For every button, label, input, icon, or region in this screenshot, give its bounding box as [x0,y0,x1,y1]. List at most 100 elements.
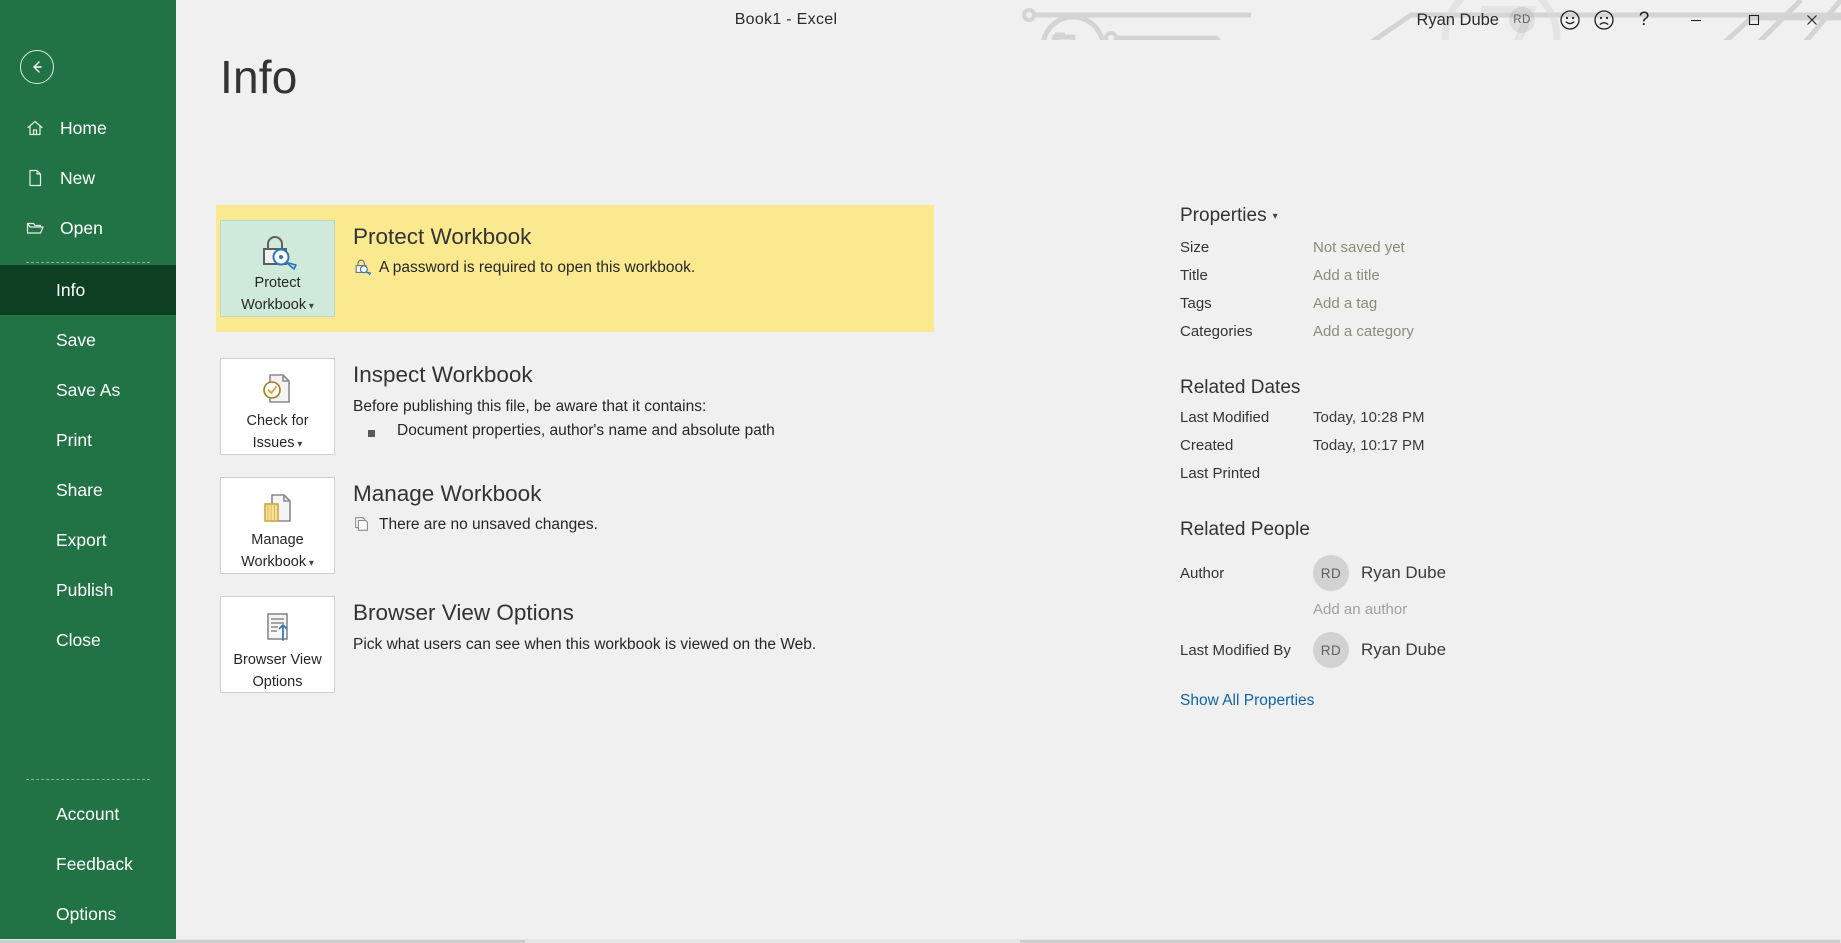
window-controls: Ryan Dube RD ? [1416,0,1841,40]
property-value[interactable]: Add a category [1313,323,1414,340]
lock-key-icon [257,232,299,271]
sidebar-item-label: Export [56,529,107,550]
property-label: Size [1180,239,1210,256]
avatar: RD [1313,555,1349,591]
property-value[interactable]: Add a title [1313,267,1380,284]
close-button[interactable] [1783,0,1841,40]
smiley-face-icon[interactable] [1553,0,1587,40]
card-status-text: There are no unsaved changes. [379,516,598,533]
properties-header-label: Properties [1180,205,1267,226]
date-label: Last Printed [1180,465,1261,482]
people-row-add-author: Add an author [1180,595,1740,628]
protect-workbook-button[interactable]: Protect Workbook ▾ [220,220,335,317]
manage-workbook-label-line1: Manage [251,532,304,548]
related-dates-header: Related Dates [1180,377,1301,398]
card-manage-workbook: Manage Workbook ▾ Manage Workbook There … [220,477,940,574]
sidebar-item-publish[interactable]: Publish [0,565,176,615]
sidebar-divider-bottom [26,779,150,780]
card-protect-workbook: Protect Workbook ▾ Protect Workbook A pa… [216,205,934,332]
property-value[interactable]: Not saved yet [1313,239,1405,256]
frowny-face-icon[interactable] [1587,0,1621,40]
minimize-icon [1691,19,1701,22]
help-button[interactable]: ? [1621,0,1667,40]
sidebar-item-export[interactable]: Export [0,515,176,565]
sidebar-item-label: Print [56,429,92,450]
card-heading: Manage Workbook [353,481,542,506]
backstage-sidebar: Home New Open Info Save Save As Print Sh… [0,0,176,943]
account-name: Ryan Dube [1416,10,1499,29]
minimize-button[interactable] [1667,0,1725,40]
lock-key-small-icon [353,257,379,276]
avatar: RD [1313,632,1349,668]
sidebar-top-group: Home New Open [0,103,176,272]
info-cards-column: Protect Workbook ▾ Protect Workbook A pa… [216,205,940,701]
backstage-content: Info Protect Workbook ▾ Protect Workbook… [176,40,1841,943]
date-row-last-printed: Last Printed [1180,465,1740,493]
sidebar-item-home[interactable]: Home [0,103,176,153]
sidebar-item-label: Publish [56,579,114,600]
back-button[interactable] [20,50,54,84]
card-inspect-workbook: Check for Issues ▾ Inspect Workbook Befo… [220,358,940,455]
protect-workbook-body: Protect Workbook A password is required … [335,220,695,317]
card-browser-view-options: Browser View Options Browser View Option… [220,596,940,693]
properties-header[interactable]: Properties ▾ [1180,205,1278,227]
sidebar-item-new[interactable]: New [0,153,176,203]
sidebar-item-feedback[interactable]: Feedback [0,839,176,889]
page-title: Info [220,51,298,103]
sidebar-item-close[interactable]: Close [0,615,176,665]
sidebar-item-open[interactable]: Open [0,203,176,253]
check-for-issues-label-line2: Issues ▾ [252,435,303,451]
bullet-text: Document properties, author's name and a… [397,422,775,439]
last-modified-by-name: Ryan Dube [1361,640,1447,659]
bottom-edge [0,939,1841,943]
date-row-last-modified: Last Modified Today, 10:28 PM [1180,409,1740,437]
last-modified-by-entry[interactable]: RD Ryan Dube [1313,628,1446,672]
author-name: Ryan Dube [1361,563,1447,582]
property-row-categories: Categories Add a category [1180,323,1740,351]
property-value[interactable]: Add a tag [1313,295,1377,312]
open-folder-icon [24,217,46,239]
browser-view-options-label-line2: Options [252,674,303,690]
card-status-text: Pick what users can see when this workbo… [353,636,817,653]
new-document-icon [24,167,46,189]
protect-workbook-button-label-line1: Protect [254,275,301,291]
chevron-down-icon: ▾ [306,301,314,312]
check-for-issues-button[interactable]: Check for Issues ▾ [220,358,335,455]
sidebar-item-print[interactable]: Print [0,415,176,465]
add-author-field[interactable]: Add an author [1313,601,1407,618]
sidebar-item-account[interactable]: Account [0,789,176,839]
browser-view-options-button[interactable]: Browser View Options [220,596,335,693]
property-label: Categories [1180,323,1253,340]
manage-workbook-label-line2: Workbook ▾ [241,554,314,570]
sidebar-item-save[interactable]: Save [0,315,176,365]
card-status-text: Before publishing this file, be aware th… [353,398,707,415]
manage-workbook-button[interactable]: Manage Workbook ▾ [220,477,335,574]
document-versions-icon [259,489,297,528]
account-avatar[interactable]: RD [1509,7,1535,33]
properties-panel: Properties ▾ Size Not saved yet Title Ad… [1180,205,1740,710]
author-label: Author [1180,564,1225,582]
date-label: Created [1180,437,1234,454]
maximize-button[interactable] [1725,0,1783,40]
sidebar-item-save-as[interactable]: Save As [0,365,176,415]
property-row-size: Size Not saved yet [1180,239,1740,267]
date-value: Today, 10:28 PM [1313,409,1425,426]
close-icon [1807,15,1817,25]
chevron-down-icon: ▾ [306,558,314,569]
sidebar-item-options[interactable]: Options [0,889,176,939]
show-all-properties-link[interactable]: Show All Properties [1180,692,1740,710]
chevron-down-icon: ▾ [1272,210,1278,222]
author-entry[interactable]: RD Ryan Dube [1313,551,1446,595]
sidebar-item-label: Share [56,479,103,500]
property-label: Title [1180,267,1208,284]
browser-view-options-label-line1: Browser View [233,652,322,668]
sidebar-item-label: Feedback [56,853,133,874]
back-arrow-icon [33,61,42,73]
sidebar-item-info[interactable]: Info [0,265,176,315]
sidebar-item-share[interactable]: Share [0,465,176,515]
maximize-icon [1748,14,1760,26]
inspect-workbook-body: Inspect Workbook Before publishing this … [335,358,775,455]
people-row-last-modified-by: Last Modified By RD Ryan Dube [1180,628,1740,672]
property-row-title: Title Add a title [1180,267,1740,295]
card-status-text: A password is required to open this work… [379,259,696,276]
